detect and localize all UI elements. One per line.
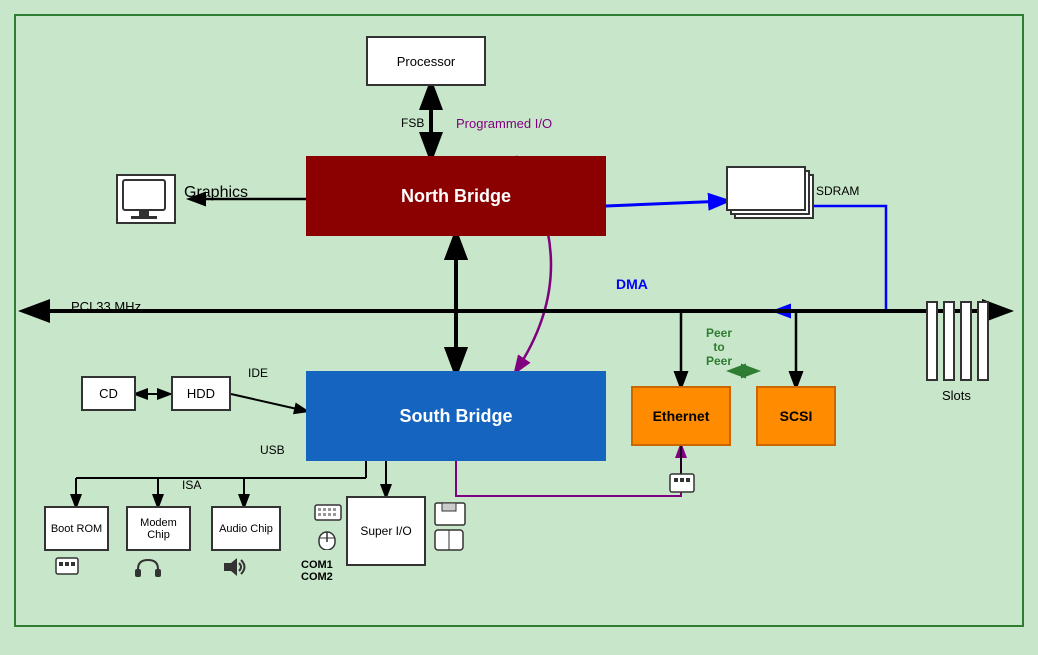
scsi-box: SCSI [756, 386, 836, 446]
headphone-icon [134, 556, 162, 583]
usb-label: USB [260, 443, 285, 457]
slot-2 [943, 301, 955, 381]
fsb-label: FSB [401, 116, 424, 130]
network-port-icon-2 [54, 556, 82, 583]
programmed-io-label: Programmed I/O [456, 116, 552, 131]
south-bridge-label: South Bridge [400, 406, 513, 427]
diagram-container: Processor North Bridge South Bridge SDRA… [14, 14, 1024, 627]
speaker-icon [221, 556, 249, 583]
sdram-card-front [726, 166, 806, 211]
isa-label: ISA [182, 478, 201, 492]
north-bridge-box: North Bridge [306, 156, 606, 236]
modem-chip-box: Modem Chip [126, 506, 191, 551]
scsi-label: SCSI [780, 408, 813, 424]
processor-box: Processor [366, 36, 486, 86]
slot-4 [977, 301, 989, 381]
hdd-label: HDD [187, 386, 215, 401]
slot-1 [926, 301, 938, 381]
super-io-label: Super I/O [360, 524, 411, 538]
processor-label: Processor [397, 54, 456, 69]
floppy-icon [434, 502, 472, 562]
peer-to-peer-label: Peer to Peer [706, 326, 732, 368]
keyboard-icon [314, 504, 342, 527]
com1-label: COM1 [301, 559, 333, 571]
graphics-monitor-box [116, 174, 176, 224]
audio-chip-label: Audio Chip [219, 523, 273, 535]
north-bridge-label: North Bridge [401, 186, 511, 207]
com2-label: COM2 [301, 571, 333, 583]
ethernet-label: Ethernet [653, 408, 710, 424]
cd-label: CD [99, 386, 118, 401]
slots-label: Slots [942, 388, 971, 403]
modem-chip-label: Modem Chip [128, 517, 189, 541]
super-io-box: Super I/O [346, 496, 426, 566]
south-bridge-box: South Bridge [306, 371, 606, 461]
network-port-icon [667, 471, 697, 501]
slot-3 [960, 301, 972, 381]
graphics-label: Graphics [184, 184, 248, 202]
dma-label: DMA [616, 276, 648, 292]
ide-label: IDE [248, 366, 268, 380]
cd-box: CD [81, 376, 136, 411]
pci-label: PCI 33 MHz [71, 299, 141, 314]
boot-rom-label: Boot ROM [51, 523, 102, 535]
audio-chip-box: Audio Chip [211, 506, 281, 551]
ethernet-box: Ethernet [631, 386, 731, 446]
monitor-icon [121, 178, 171, 220]
hdd-box: HDD [171, 376, 231, 411]
slots-visual [926, 301, 989, 381]
com-labels: COM1 COM2 [301, 559, 333, 583]
boot-rom-box: Boot ROM [44, 506, 109, 551]
sdram-label: SDRAM [816, 184, 859, 198]
mouse-icon [318, 528, 336, 555]
